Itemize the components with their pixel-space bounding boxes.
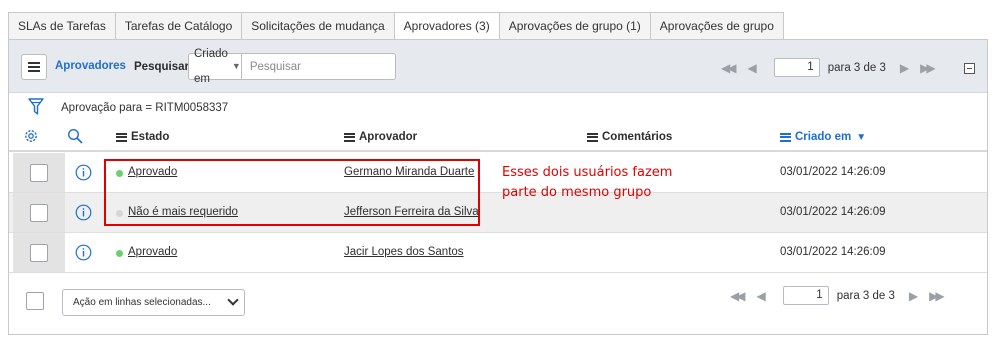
row-estado[interactable]: Aprovado [128, 246, 177, 258]
next-page-icon[interactable]: ▶ [909, 289, 918, 303]
filter-icon[interactable] [28, 98, 44, 116]
search-field-select[interactable]: Criado em ▼ [189, 48, 242, 85]
bulk-action-placeholder: Ação em linhas selecionadas... [73, 297, 211, 308]
row-select-cell [13, 193, 65, 232]
column-header-label: Comentários [602, 131, 673, 143]
column-header-aprovador[interactable]: Aprovador [344, 131, 417, 143]
tab-tarefas-de-catalogo[interactable]: Tarefas de Catálogo [114, 12, 242, 40]
filter-breadcrumb[interactable]: Aprovação para = RITM0058337 [61, 102, 228, 114]
column-header-row: Estado Aprovador Comentários Criado em ▼ [9, 124, 987, 152]
row-criado-em: 03/01/2022 14:26:09 [780, 246, 886, 258]
column-header-label: Estado [131, 131, 170, 143]
column-header-label: Criado em [795, 131, 852, 143]
row-criado-em: 03/01/2022 14:26:09 [780, 206, 886, 218]
prev-page-icon[interactable]: ◀ [747, 61, 756, 75]
row-checkbox[interactable] [30, 244, 48, 262]
select-all-checkbox[interactable] [26, 292, 44, 310]
tab-aprovadores[interactable]: Aprovadores (3) [393, 12, 499, 40]
tab-slas-de-tarefas[interactable]: SLAs de Tarefas [8, 12, 115, 40]
list-menu-button[interactable] [21, 54, 47, 80]
search-label: Pesquisar [134, 61, 189, 73]
info-icon[interactable] [75, 204, 92, 221]
column-menu-icon[interactable] [344, 132, 355, 142]
row-checkbox[interactable] [30, 164, 48, 182]
status-dot [116, 250, 123, 257]
tab-solicitacoes-de-mudanca[interactable]: Solicitações de mudança [241, 12, 394, 40]
top-pager: ◀◀ ◀ 1 para 3 de 3 ▶ ▶▶ [721, 58, 936, 77]
collapse-list-icon[interactable] [964, 63, 975, 74]
column-header-comentarios[interactable]: Comentários [587, 131, 672, 143]
chevron-down-icon [227, 294, 239, 306]
caret-down-icon: ▼ [231, 61, 241, 71]
page-of-label: para 3 de 3 [827, 61, 886, 74]
row-select-cell [13, 233, 65, 272]
prev-page-icon[interactable]: ◀ [756, 289, 765, 303]
column-header-label: Aprovador [359, 131, 418, 143]
filter-row: Aprovação para = RITM0058337 [9, 96, 987, 118]
column-menu-icon[interactable] [116, 132, 127, 142]
gear-icon[interactable] [23, 128, 39, 144]
row-select-cell [13, 153, 65, 192]
row-aprovador[interactable]: Jacir Lopes dos Santos [344, 246, 464, 258]
column-header-estado[interactable]: Estado [116, 131, 169, 143]
approvers-list-panel: Aprovadores Pesquisar Criado em ▼ ◀◀ ◀ 1… [8, 39, 988, 335]
search-group: Criado em ▼ [188, 48, 404, 85]
column-menu-icon[interactable] [587, 132, 598, 142]
bottom-pager: ◀◀ ◀ 1 para 3 de 3 ▶ ▶▶ [730, 286, 945, 305]
first-page-icon[interactable]: ◀◀ [730, 289, 746, 303]
page-of-label: para 3 de 3 [836, 289, 895, 302]
page-number-input[interactable]: 1 [773, 58, 820, 77]
sort-descending-icon: ▼ [856, 131, 867, 143]
next-page-icon[interactable]: ▶ [900, 61, 909, 75]
row-checkbox[interactable] [30, 204, 48, 222]
annotation-highlight-box [104, 159, 480, 226]
related-lists-tabs: SLAs de Tarefas Tarefas de Catálogo Soli… [8, 12, 784, 40]
search-input[interactable] [241, 54, 404, 79]
row-criado-em: 03/01/2022 14:26:09 [780, 166, 886, 178]
first-page-icon[interactable]: ◀◀ [721, 61, 737, 75]
bulk-action-select[interactable]: Ação em linhas selecionadas... [62, 289, 245, 316]
hamburger-icon [28, 62, 40, 72]
last-page-icon[interactable]: ▶▶ [929, 289, 945, 303]
page-number-input[interactable]: 1 [782, 286, 829, 305]
list-toolbar: Aprovadores Pesquisar Criado em ▼ ◀◀ ◀ 1… [9, 40, 987, 93]
tab-aprovacoes-de-grupo[interactable]: Aprovações de grupo [649, 12, 784, 40]
info-icon[interactable] [75, 164, 92, 181]
table-row[interactable]: Aprovado Jacir Lopes dos Santos 03/01/20… [9, 233, 987, 273]
info-icon[interactable] [75, 244, 92, 261]
search-field-value: Criado em [194, 47, 228, 85]
last-page-icon[interactable]: ▶▶ [920, 61, 936, 75]
column-header-criado-em[interactable]: Criado em ▼ [780, 131, 866, 143]
tab-aprovacoes-de-grupo-1[interactable]: Aprovações de grupo (1) [498, 12, 650, 40]
search-icon[interactable] [67, 128, 83, 144]
column-menu-icon[interactable] [780, 132, 791, 142]
list-title[interactable]: Aprovadores [55, 60, 126, 72]
annotation-text: Esses dois usuários fazem parte do mesmo… [502, 165, 673, 200]
